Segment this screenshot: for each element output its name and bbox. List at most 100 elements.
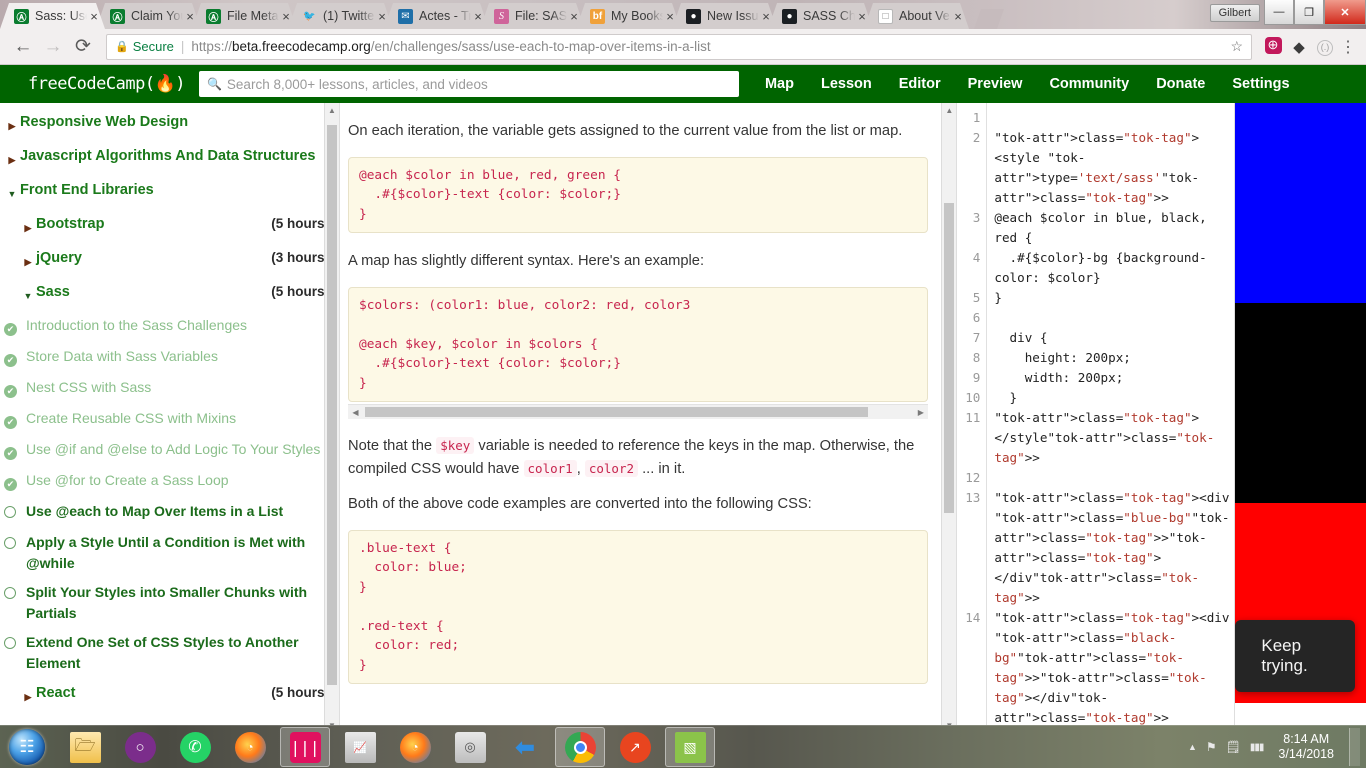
taskbar-button[interactable]: ⬅ [500, 727, 550, 767]
sidebar-block-responsive-web-design[interactable]: ▶ Responsive Web Design [4, 107, 329, 141]
fcc-nav-editor[interactable]: Editor [899, 76, 941, 92]
browser-tab[interactable]: bf My Books × [576, 3, 681, 29]
editor-code-line[interactable]: .#{$color}-bg {background-color: $color} [994, 248, 1230, 288]
sidebar-challenge-item[interactable]: ✔ Nest CSS with Sass [4, 373, 329, 404]
back-icon[interactable]: ← [8, 36, 38, 58]
fcc-nav-map[interactable]: Map [765, 76, 794, 92]
taskbar-button[interactable]: ○ [115, 727, 165, 767]
h-scrollbar-thumb[interactable] [365, 407, 869, 417]
browser-tab[interactable]: ✉ Actes - Tr × [384, 3, 489, 29]
scroll-up-icon[interactable]: ▲ [942, 103, 957, 118]
sidebar-block-bootstrap[interactable]: ▶ Bootstrap (5 hours) [4, 209, 329, 243]
sidebar-challenge-item[interactable]: ✔ Introduction to the Sass Challenges [4, 311, 329, 342]
network-icon[interactable]: ▮▮▮ [1250, 742, 1264, 753]
start-button[interactable]: ☷ [4, 727, 50, 767]
flag-icon[interactable]: ⚑ [1206, 740, 1217, 754]
editor-code-line[interactable]: div { [994, 328, 1230, 348]
taskbar-button[interactable]: ◔ [390, 727, 440, 767]
browser-tab[interactable]: Ⓐ File Metac × [192, 3, 297, 29]
sidebar-challenge-item[interactable]: ✔ Use @if and @else to Add Logic To Your … [4, 435, 329, 466]
bookmark-star-icon[interactable]: ☆ [1230, 38, 1243, 55]
caret-right-icon: ▶ [24, 257, 32, 267]
sidebar-block-jquery[interactable]: ▶ jQuery (3 hours) [4, 243, 329, 277]
taskbar-button[interactable]: ||| [280, 727, 330, 767]
editor-code-line[interactable]: "tok-attr">class="tok-tag"></style"tok-a… [994, 408, 1230, 468]
sidebar-challenge-item[interactable]: Use @each to Map Over Items in a List [4, 497, 329, 528]
taskbar-button[interactable]: ↗ [610, 727, 660, 767]
editor-code-line[interactable]: width: 200px; [994, 368, 1230, 388]
action-center-icon[interactable]: 🗒 [1226, 740, 1241, 754]
fcc-nav-preview[interactable]: Preview [968, 76, 1023, 92]
browser-tab[interactable]: □ About Ve × [864, 3, 969, 29]
code-editor-panel[interactable]: 123456789101112131415 "tok-attr">class="… [957, 103, 1236, 733]
user-profile-chip[interactable]: Gilbert [1209, 3, 1260, 22]
chrome-menu-icon[interactable]: ⋮ [1338, 37, 1358, 57]
reload-icon[interactable]: ⟳ [68, 35, 98, 58]
browser-tab[interactable]: ●New Issue× [672, 3, 777, 29]
taskbar-button[interactable]: 🗁 [60, 727, 110, 767]
sidebar-challenge-item[interactable]: ✔ Store Data with Sass Variables [4, 342, 329, 373]
code-block-horizontal-scrollbar[interactable]: ◀ ▶ [348, 404, 929, 420]
taskbar-button[interactable]: ✆ [170, 727, 220, 767]
scroll-up-icon[interactable]: ▲ [325, 103, 339, 118]
circle-extension-icon[interactable]: (.) [1312, 37, 1338, 56]
browser-tab[interactable]: 🐦 (1) Twitter × [288, 3, 393, 29]
fcc-nav-lesson[interactable]: Lesson [821, 76, 872, 92]
sidebar-block-javascript-algorithms-and-data-structures[interactable]: ▶ Javascript Algorithms And Data Structur… [4, 141, 329, 175]
sidebar-challenge-item[interactable]: Apply a Style Until a Condition is Met w… [4, 528, 329, 578]
clock[interactable]: 8:14 AM 3/14/2018 [1272, 732, 1340, 762]
sidebar-block-sass[interactable]: ▼ Sass (5 hours) [4, 277, 329, 311]
taskbar-button[interactable]: ◎ [445, 727, 495, 767]
browser-tab[interactable]: ●SASS Cha× [768, 3, 873, 29]
editor-code-line[interactable]: "tok-attr">class="tok-tag"><div "tok-att… [994, 488, 1230, 608]
editor-code-line[interactable]: "tok-attr">class="tok-tag"><div "tok-att… [994, 608, 1230, 728]
forward-icon[interactable]: → [38, 36, 68, 58]
tab-close-icon[interactable]: × [87, 9, 101, 24]
browser-tab[interactable]: Ⓐ Claim You × [96, 3, 201, 29]
taskbar-button[interactable] [555, 727, 605, 767]
sidebar-block-front-end-libraries[interactable]: ▼ Front End Libraries [4, 175, 329, 209]
address-bar[interactable]: 🔒 Secure | https:// beta.freecodecamp.or… [106, 33, 1252, 60]
challenge-label: Apply a Style Until a Condition is Met w… [26, 534, 306, 571]
show-hidden-icons-icon[interactable]: ▲ [1188, 742, 1197, 752]
browser-tab[interactable]: SFile: SASS_× [480, 3, 585, 29]
taskbar-button[interactable]: ◔ [225, 727, 275, 767]
extension-icon-1[interactable] [1260, 36, 1286, 57]
fcc-logo[interactable]: freeCodeCamp(🔥) [10, 74, 199, 94]
editor-code-line[interactable] [994, 308, 1230, 328]
scrollbar-thumb[interactable] [944, 203, 955, 513]
editor-code-line[interactable]: } [994, 388, 1230, 408]
fcc-nav-settings[interactable]: Settings [1232, 76, 1289, 92]
editor-code-line[interactable]: @each $color in blue, black, red { [994, 208, 1230, 248]
fcc-search-box[interactable]: 🔍 Search 8,000+ lessons, articles, and v… [198, 71, 739, 97]
eraser-extension-icon[interactable]: ◆ [1286, 38, 1312, 56]
close-window-button[interactable]: ✕ [1324, 0, 1366, 25]
editor-code-line[interactable]: "tok-attr">class="tok-tag"><style "tok-a… [994, 128, 1230, 208]
scroll-right-icon[interactable]: ▶ [913, 405, 928, 420]
sidebar-challenge-item[interactable]: Split Your Styles into Smaller Chunks wi… [4, 578, 329, 628]
minimize-button[interactable]: — [1264, 0, 1294, 25]
sidebar-block-react[interactable]: ▶ React (5 hours) [4, 678, 329, 712]
scroll-left-icon[interactable]: ◀ [348, 405, 363, 420]
new-tab-button[interactable] [974, 9, 1004, 29]
browser-tab[interactable]: Ⓐ Sass: Use × [0, 3, 105, 29]
fcc-icon: Ⓐ [110, 9, 125, 24]
taskbar-button[interactable]: ▧ [665, 727, 715, 767]
editor-code-line[interactable] [994, 108, 1230, 128]
sidebar-scrollbar[interactable]: ▲ ▼ [324, 103, 339, 733]
editor-code-line[interactable] [994, 468, 1230, 488]
fcc-nav-donate[interactable]: Donate [1156, 76, 1205, 92]
tab-close-icon[interactable]: × [951, 9, 965, 24]
sidebar-challenge-item[interactable]: ✔ Create Reusable CSS with Mixins [4, 404, 329, 435]
editor-code-line[interactable]: height: 200px; [994, 348, 1230, 368]
editor-code-line[interactable]: } [994, 288, 1230, 308]
lesson-scrollbar[interactable]: ▲ ▼ [941, 103, 957, 733]
scrollbar-thumb[interactable] [327, 125, 337, 685]
sidebar-challenge-item[interactable]: Extend One Set of CSS Styles to Another … [4, 628, 329, 678]
sidebar-challenge-item[interactable]: ✔ Use @for to Create a Sass Loop [4, 466, 329, 497]
show-desktop-button[interactable] [1349, 728, 1360, 766]
taskbar-button[interactable]: 📈 [335, 727, 385, 767]
restore-button[interactable]: ❐ [1294, 0, 1324, 25]
editor-code-area[interactable]: "tok-attr">class="tok-tag"><style "tok-a… [988, 103, 1234, 733]
fcc-nav-community[interactable]: Community [1049, 76, 1129, 92]
